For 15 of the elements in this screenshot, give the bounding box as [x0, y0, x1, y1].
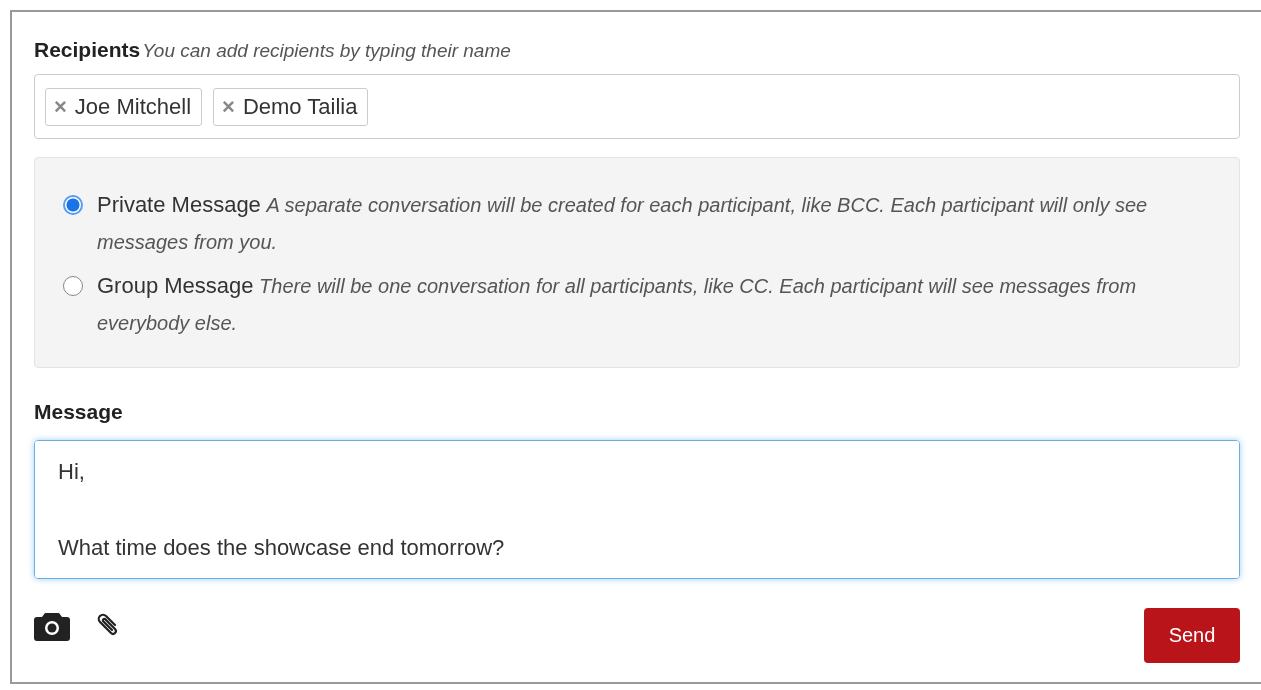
- remove-icon[interactable]: ×: [222, 93, 235, 120]
- radio-button[interactable]: [63, 276, 83, 296]
- recipient-name: Demo Tailia: [242, 93, 358, 120]
- radio-button[interactable]: [63, 195, 83, 215]
- remove-icon[interactable]: ×: [54, 93, 67, 120]
- recipients-hint: You can add recipients by typing their name: [142, 40, 511, 62]
- send-button[interactable]: Send: [1144, 608, 1240, 663]
- option-text: Group Message There will be one conversation for all participants, like CC. Each participant will see messages from everybody else.: [97, 272, 1138, 336]
- recipients-label: Recipients: [34, 38, 141, 62]
- option-text: Private Message A separate conversation will be created for each participant, like BCC. Each participant will only see messages from you.: [97, 191, 1149, 255]
- message-field[interactable]: Hi, What time does the showcase end tomorrow?: [34, 440, 1240, 579]
- recipient-name: Joe Mitchell: [74, 93, 191, 120]
- camera-icon[interactable]: [34, 611, 70, 641]
- message-label: Message: [34, 400, 124, 424]
- recipients-field[interactable]: × Joe Mitchell × Demo Tailia: [34, 74, 1240, 139]
